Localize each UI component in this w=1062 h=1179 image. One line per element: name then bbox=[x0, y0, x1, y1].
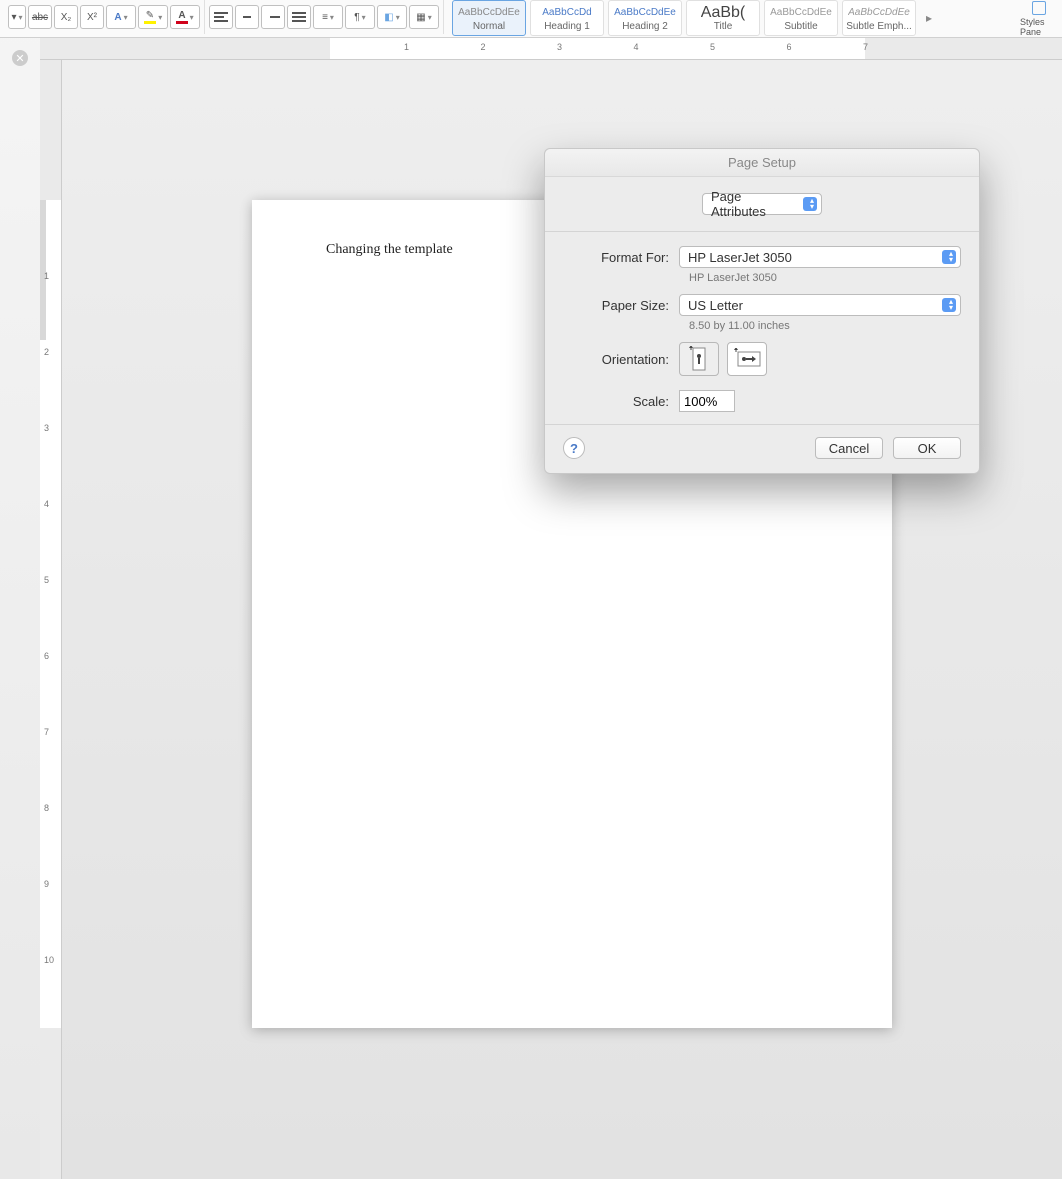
align-right-button[interactable] bbox=[261, 5, 285, 29]
shading-button[interactable]: ◧ bbox=[377, 5, 407, 29]
orientation-landscape-button[interactable] bbox=[727, 342, 767, 376]
subscript-button[interactable]: X₂ bbox=[54, 5, 78, 29]
style-heading2[interactable]: AaBbCcDdEe Heading 2 bbox=[608, 0, 682, 36]
document-text[interactable]: Changing the template bbox=[326, 242, 453, 258]
font-group: ▾ abc X₂ X² A ✎ A bbox=[4, 0, 205, 34]
style-normal[interactable]: AaBbCcDdEe Normal bbox=[452, 0, 526, 36]
style-subtle-emphasis[interactable]: AaBbCcDdEe Subtle Emph... bbox=[842, 0, 916, 36]
scale-input[interactable] bbox=[679, 390, 735, 412]
highlight-button[interactable]: ✎ bbox=[138, 5, 168, 29]
align-left-button[interactable] bbox=[209, 5, 233, 29]
justify-button[interactable] bbox=[287, 5, 311, 29]
paper-size-dropdown[interactable]: US Letter ▴▾ bbox=[679, 294, 961, 316]
ribbon: ▾ abc X₂ X² A ✎ A ≡ ¶ ◧ ▦ AaBbCcDdEe Nor… bbox=[0, 0, 1062, 38]
ruler-number: 6 bbox=[786, 42, 791, 52]
ok-button[interactable]: OK bbox=[893, 437, 961, 459]
ruler-number: 7 bbox=[44, 727, 49, 737]
style-title[interactable]: AaBb( Title bbox=[686, 0, 760, 36]
vertical-ruler[interactable]: 1 2 3 4 5 6 7 8 9 10 bbox=[40, 60, 62, 1179]
ruler-number: 6 bbox=[44, 651, 49, 661]
ruler-number: 4 bbox=[44, 499, 49, 509]
paragraph-group: ≡ ¶ ◧ ▦ bbox=[205, 0, 444, 34]
text-effects-button[interactable]: A bbox=[106, 5, 136, 29]
horizontal-ruler[interactable]: 1 2 3 4 5 6 7 bbox=[40, 38, 1062, 60]
ruler-number: 2 bbox=[480, 42, 485, 52]
ruler-number: 7 bbox=[863, 42, 868, 52]
ruler-number: 1 bbox=[44, 271, 49, 281]
scale-label: Scale: bbox=[563, 394, 679, 409]
styles-gallery: AaBbCcDdEe Normal AaBbCcDd Heading 1 AaB… bbox=[444, 0, 1020, 36]
close-area: ✕ bbox=[0, 38, 40, 78]
spacing-options-button[interactable]: ¶ bbox=[345, 5, 375, 29]
ruler-number: 9 bbox=[44, 879, 49, 889]
styles-pane-icon bbox=[1032, 1, 1046, 15]
menu-dropdown-icon[interactable]: ▾ bbox=[8, 5, 26, 29]
ruler-number: 4 bbox=[633, 42, 638, 52]
help-button[interactable]: ? bbox=[563, 437, 585, 459]
cancel-button[interactable]: Cancel bbox=[815, 437, 883, 459]
printer-subtext: HP LaserJet 3050 bbox=[689, 272, 961, 284]
line-spacing-button[interactable]: ≡ bbox=[313, 5, 343, 29]
portrait-icon bbox=[689, 346, 709, 372]
ruler-number: 5 bbox=[44, 575, 49, 585]
dialog-title: Page Setup bbox=[545, 149, 979, 177]
close-icon[interactable]: ✕ bbox=[12, 50, 28, 66]
chevron-updown-icon: ▴▾ bbox=[810, 198, 814, 210]
styles-more-icon[interactable]: ▸ bbox=[920, 0, 938, 36]
ruler-number: 1 bbox=[404, 42, 409, 52]
style-subtitle[interactable]: AaBbCcDdEe Subtitle bbox=[764, 0, 838, 36]
format-for-dropdown[interactable]: HP LaserJet 3050 ▴▾ bbox=[679, 246, 961, 268]
orientation-label: Orientation: bbox=[563, 352, 679, 367]
chevron-updown-icon: ▴▾ bbox=[949, 299, 953, 311]
page-setup-dialog: Page Setup Page Attributes ▴▾ Format For… bbox=[544, 148, 980, 474]
ruler-number: 2 bbox=[44, 347, 49, 357]
landscape-icon bbox=[732, 348, 762, 370]
ruler-number: 3 bbox=[44, 423, 49, 433]
ruler-number: 10 bbox=[44, 955, 54, 965]
font-color-button[interactable]: A bbox=[170, 5, 200, 29]
orientation-portrait-button[interactable] bbox=[679, 342, 719, 376]
superscript-button[interactable]: X² bbox=[80, 5, 104, 29]
borders-button[interactable]: ▦ bbox=[409, 5, 439, 29]
styles-pane-button[interactable]: Styles Pane bbox=[1020, 0, 1058, 38]
strikethrough-button[interactable]: abc bbox=[28, 5, 52, 29]
format-for-label: Format For: bbox=[563, 250, 679, 265]
align-center-button[interactable] bbox=[235, 5, 259, 29]
style-heading1[interactable]: AaBbCcDd Heading 1 bbox=[530, 0, 604, 36]
paper-dimensions: 8.50 by 11.00 inches bbox=[689, 320, 961, 332]
ruler-number: 5 bbox=[710, 42, 715, 52]
ruler-number: 8 bbox=[44, 803, 49, 813]
page-attributes-dropdown[interactable]: Page Attributes ▴▾ bbox=[702, 193, 822, 215]
chevron-updown-icon: ▴▾ bbox=[949, 251, 953, 263]
paper-size-label: Paper Size: bbox=[563, 298, 679, 313]
ruler-number: 3 bbox=[557, 42, 562, 52]
